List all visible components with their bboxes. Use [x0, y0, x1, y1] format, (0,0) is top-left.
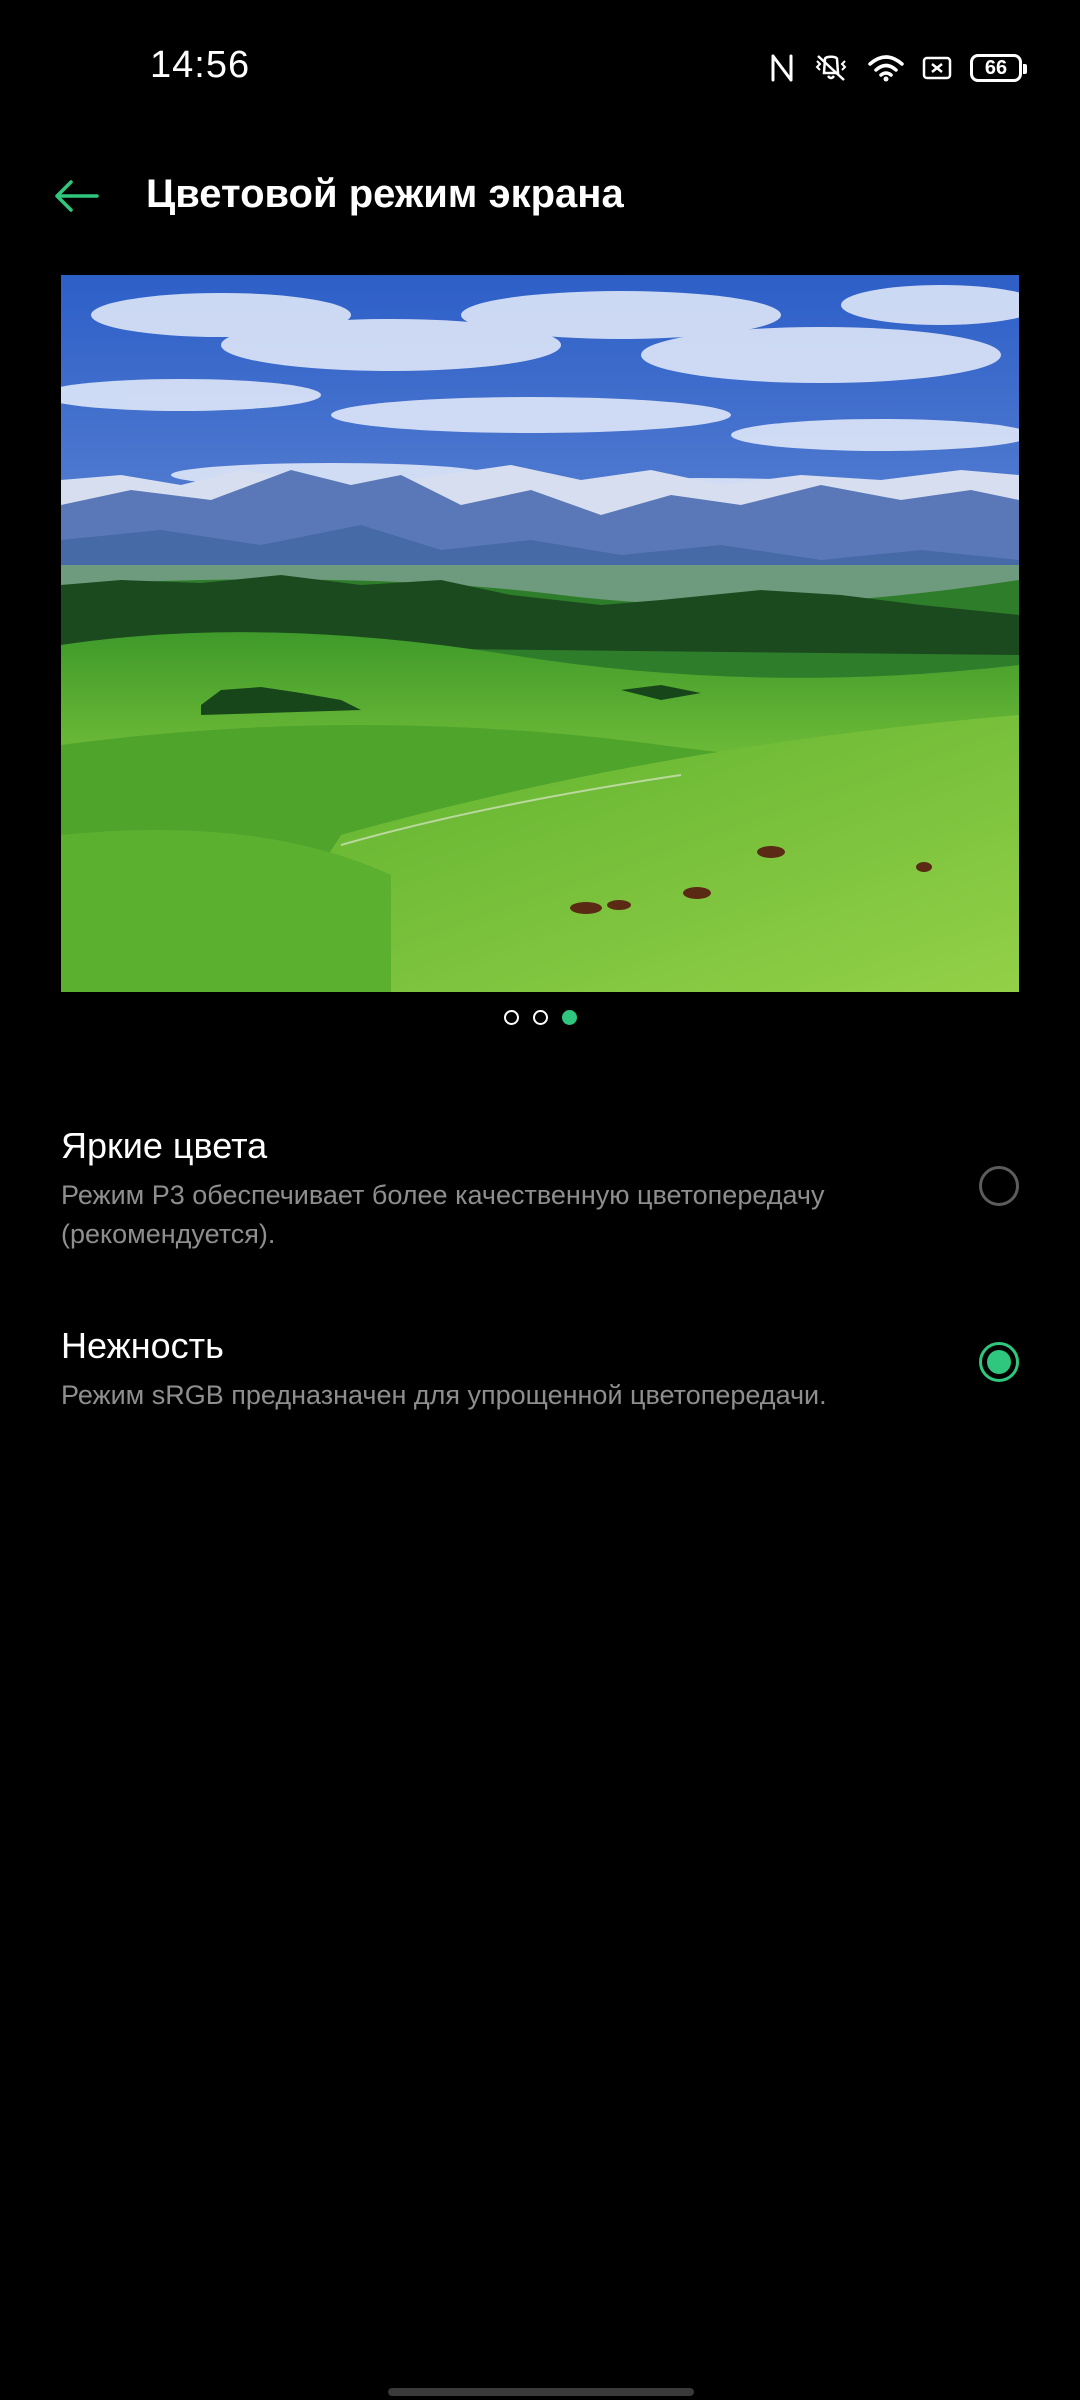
arrow-left-icon	[53, 179, 99, 218]
wifi-icon	[868, 54, 904, 82]
option-gentle[interactable]: Нежность Режим sRGB предназначен для упр…	[61, 1320, 1019, 1420]
landscape-meadow-image[interactable]	[61, 275, 1019, 992]
page-title: Цветовой режим экрана	[146, 172, 624, 216]
status-bar: 14:56 66	[0, 0, 1080, 136]
page-dot-active[interactable]	[561, 1010, 577, 1025]
option-description: Режим P3 обеспечивает более качественную…	[61, 1180, 825, 1249]
vibrate-icon	[812, 53, 850, 83]
option-vivid[interactable]: Яркие цвета Режим P3 обеспечивает более …	[61, 1120, 1019, 1260]
option-description: Режим sRGB предназначен для упрощенной ц…	[61, 1380, 827, 1410]
page-dot[interactable]	[503, 1010, 519, 1025]
status-time: 14:56	[150, 44, 251, 86]
battery-icon: 66	[970, 54, 1027, 82]
status-icons: 66	[770, 50, 1027, 86]
home-indicator[interactable]	[388, 2388, 694, 2396]
option-title: Нежность	[61, 1325, 224, 1366]
header: Цветовой режим экрана	[0, 150, 1080, 246]
back-button[interactable]	[46, 170, 106, 226]
screen-record-icon	[922, 55, 952, 81]
nfc-icon	[770, 53, 794, 83]
radio-selected[interactable]	[979, 1342, 1019, 1382]
option-title: Яркие цвета	[61, 1125, 268, 1166]
page-dot[interactable]	[532, 1010, 548, 1025]
page-indicator	[0, 1010, 1080, 1030]
radio-unselected[interactable]	[979, 1166, 1019, 1206]
radio-selected-dot	[987, 1350, 1011, 1374]
